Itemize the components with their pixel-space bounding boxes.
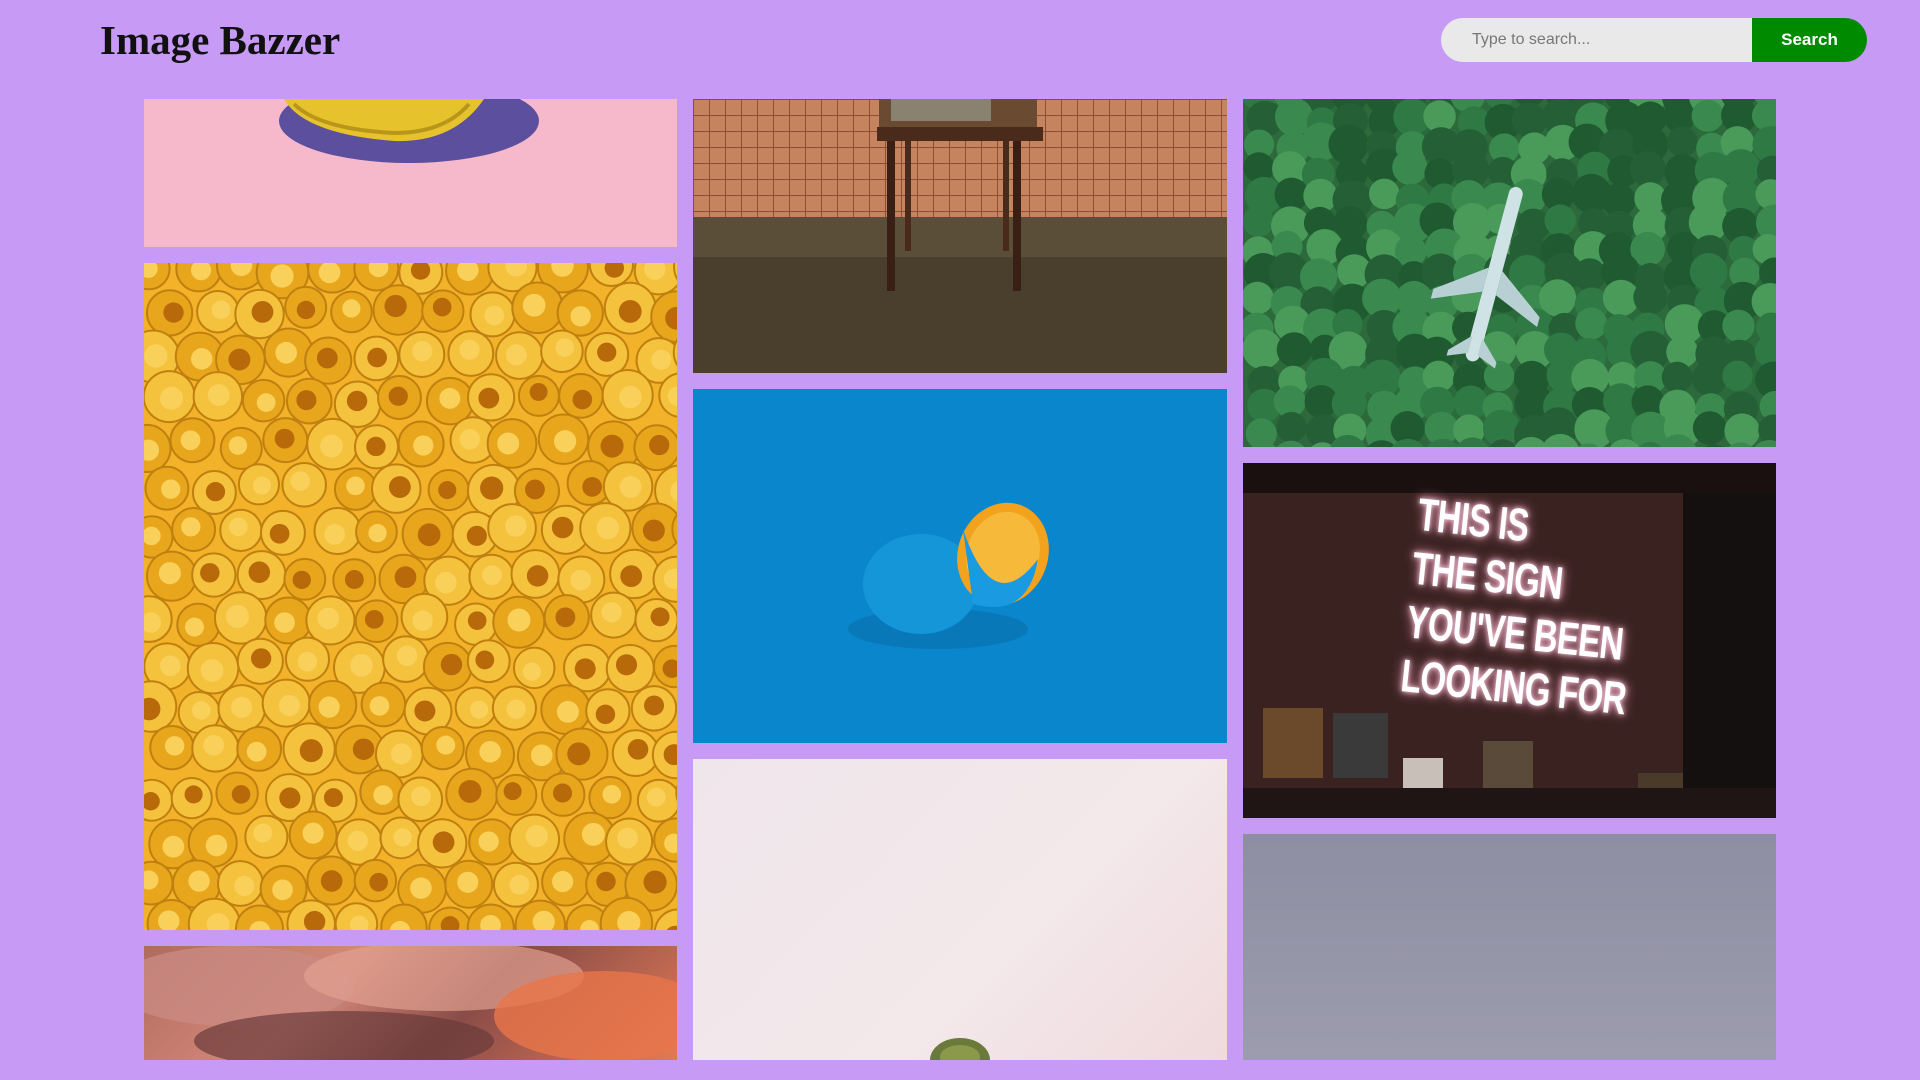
forest-airplane-illustration [1243, 99, 1776, 447]
clouds-illustration [144, 946, 677, 1060]
photo-neon-sign[interactable]: THIS IS THE SIGN YOU'VE BEEN LOOKING FOR [1243, 463, 1776, 818]
photo-cactus[interactable] [693, 759, 1227, 1060]
toy-heads-illustration [144, 263, 677, 930]
photo-clouds[interactable] [144, 946, 677, 1060]
neon-sign-text: THIS IS THE SIGN YOU'VE BEEN LOOKING FOR [1398, 487, 1629, 725]
photo-banana[interactable] [144, 99, 677, 247]
photo-tv-chair[interactable] [693, 99, 1227, 373]
banana-illustration [279, 99, 539, 163]
photo-grey-sky[interactable] [1243, 834, 1776, 1060]
photo-toy-heads[interactable] [144, 263, 677, 930]
photo-blue-orange[interactable] [693, 389, 1227, 743]
orange-illustration [848, 502, 1049, 649]
image-gallery: THIS IS THE SIGN YOU'VE BEEN LOOKING FOR [0, 0, 1920, 1080]
tv-chair-illustration [693, 99, 1227, 373]
photo-forest-airplane[interactable] [1243, 99, 1776, 447]
cactus-illustration [930, 1038, 990, 1060]
